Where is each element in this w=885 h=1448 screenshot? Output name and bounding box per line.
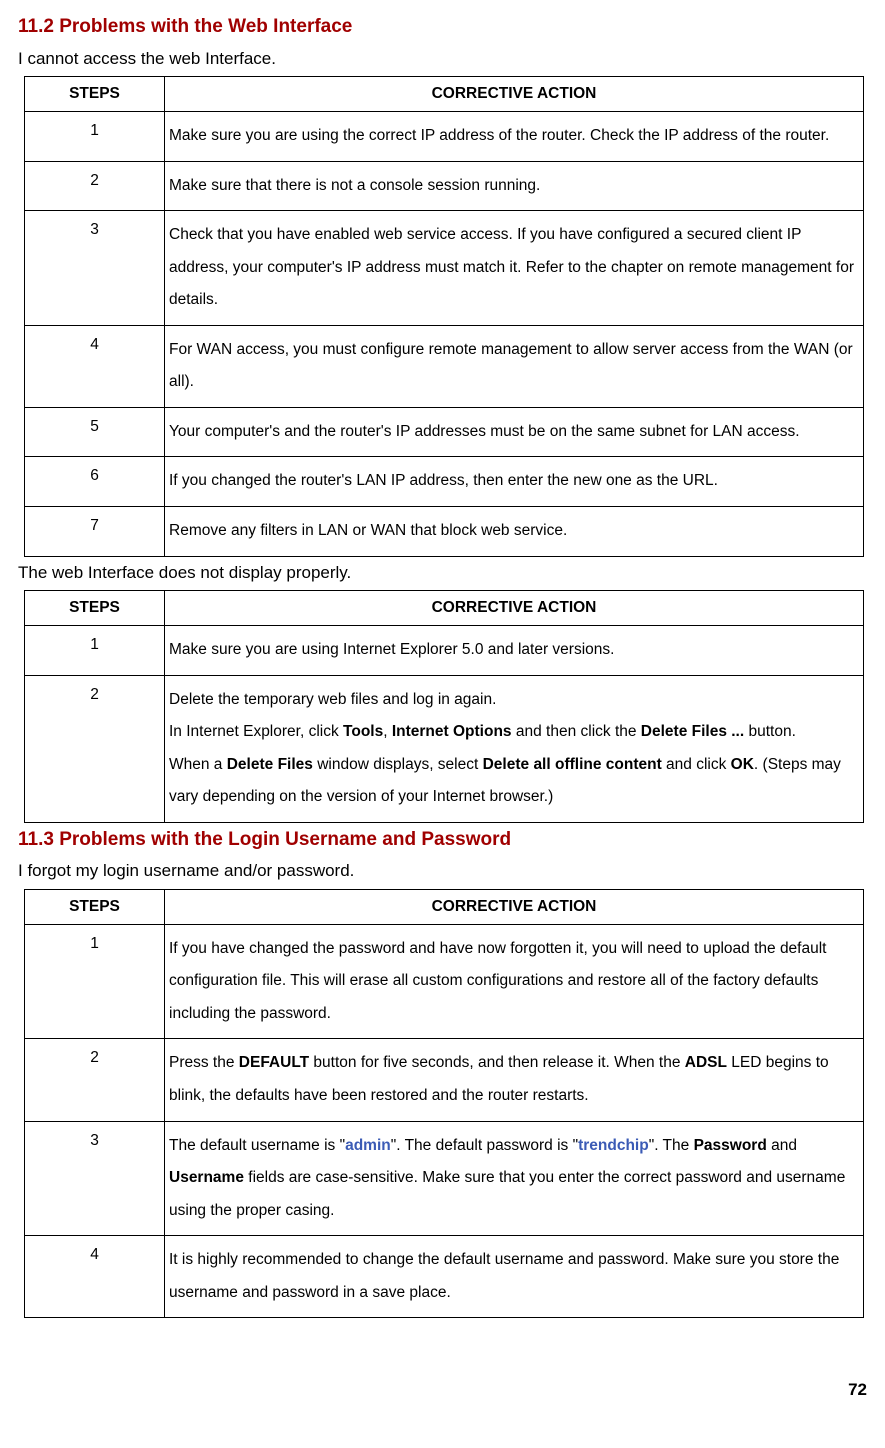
bold-username: Username <box>169 1169 244 1186</box>
table-row: 1Make sure you are using the correct IP … <box>25 112 864 162</box>
step-action: Make sure you are using Internet Explore… <box>165 626 864 676</box>
table-row: 2 Press the DEFAULT button for five seco… <box>25 1039 864 1121</box>
intro-cannot-access: I cannot access the web Interface. <box>18 47 867 71</box>
step-num: 4 <box>25 325 165 407</box>
text: button for five seconds, and then releas… <box>309 1054 685 1071</box>
text: and click <box>662 756 731 773</box>
th-steps: STEPS <box>25 591 165 626</box>
text: button. <box>744 723 796 740</box>
cred-admin: admin <box>345 1137 391 1154</box>
step-action: Check that you have enabled web service … <box>165 211 864 326</box>
bold-adsl: ADSL <box>685 1054 727 1071</box>
table-row: 4For WAN access, you must configure remo… <box>25 325 864 407</box>
step-action: For WAN access, you must configure remot… <box>165 325 864 407</box>
table-row: 6If you changed the router's LAN IP addr… <box>25 457 864 507</box>
step-num: 2 <box>25 675 165 822</box>
text: Press the <box>169 1054 239 1071</box>
th-action: CORRECTIVE ACTION <box>165 890 864 925</box>
step-num: 2 <box>25 1039 165 1121</box>
bold-default: DEFAULT <box>239 1054 309 1071</box>
th-action: CORRECTIVE ACTION <box>165 77 864 112</box>
step-num: 1 <box>25 924 165 1039</box>
table-row: 1 If you have changed the password and h… <box>25 924 864 1039</box>
step-action: Your computer's and the router's IP addr… <box>165 407 864 457</box>
step-num: 1 <box>25 112 165 162</box>
step-num: 6 <box>25 457 165 507</box>
step-num: 5 <box>25 407 165 457</box>
step-num: 2 <box>25 161 165 211</box>
step-num: 1 <box>25 626 165 676</box>
step-num: 7 <box>25 507 165 557</box>
table-header-row: STEPS CORRECTIVE ACTION <box>25 591 864 626</box>
table-row: 2 Delete the temporary web files and log… <box>25 675 864 822</box>
step-action: Make sure you are using the correct IP a… <box>165 112 864 162</box>
step-num: 4 <box>25 1236 165 1318</box>
text: In Internet Explorer, click <box>169 723 343 740</box>
step-num: 3 <box>25 1121 165 1236</box>
step-action: Press the DEFAULT button for five second… <box>165 1039 864 1121</box>
table-login-password: STEPS CORRECTIVE ACTION 1 If you have ch… <box>24 889 864 1318</box>
th-action: CORRECTIVE ACTION <box>165 591 864 626</box>
table-row: 3Check that you have enabled web service… <box>25 211 864 326</box>
text: Delete the temporary web files and log i… <box>169 691 496 708</box>
text: and then click the <box>512 723 641 740</box>
bold-password: Password <box>694 1137 767 1154</box>
table-web-interface-access: STEPS CORRECTIVE ACTION 1Make sure you a… <box>24 76 864 556</box>
table-row: 4 It is highly recommended to change the… <box>25 1236 864 1318</box>
intro-forgot-login: I forgot my login username and/or passwo… <box>18 859 867 883</box>
table-row: 5Your computer's and the router's IP add… <box>25 407 864 457</box>
bold-delete-files: Delete Files ... <box>641 723 744 740</box>
text: window displays, select <box>313 756 483 773</box>
table-header-row: STEPS CORRECTIVE ACTION <box>25 890 864 925</box>
th-steps: STEPS <box>25 890 165 925</box>
th-steps: STEPS <box>25 77 165 112</box>
table-row: 1 Make sure you are using Internet Explo… <box>25 626 864 676</box>
cred-trendchip: trendchip <box>578 1137 649 1154</box>
step-action: Delete the temporary web files and log i… <box>165 675 864 822</box>
table-header-row: STEPS CORRECTIVE ACTION <box>25 77 864 112</box>
text: and <box>767 1137 797 1154</box>
step-action: It is highly recommended to change the d… <box>165 1236 864 1318</box>
intro-display-properly: The web Interface does not display prope… <box>18 561 867 585</box>
page-number: 72 <box>18 1378 867 1402</box>
step-action: Make sure that there is not a console se… <box>165 161 864 211</box>
table-row: 2Make sure that there is not a console s… <box>25 161 864 211</box>
step-action: Remove any filters in LAN or WAN that bl… <box>165 507 864 557</box>
step-action: If you have changed the password and hav… <box>165 924 864 1039</box>
text: fields are case-sensitive. Make sure tha… <box>169 1169 845 1219</box>
text: ". The default password is " <box>391 1137 578 1154</box>
section-11-2-heading: 11.2 Problems with the Web Interface <box>18 14 867 41</box>
table-row: 7Remove any filters in LAN or WAN that b… <box>25 507 864 557</box>
bold-internet-options: Internet Options <box>392 723 512 740</box>
table-row: 3 The default username is "admin". The d… <box>25 1121 864 1236</box>
text: ". The <box>649 1137 694 1154</box>
step-num: 3 <box>25 211 165 326</box>
section-11-3-heading: 11.3 Problems with the Login Username an… <box>18 827 867 854</box>
bold-delete-files-window: Delete Files <box>227 756 313 773</box>
bold-delete-all-offline: Delete all offline content <box>483 756 662 773</box>
text: When a <box>169 756 227 773</box>
text: The default username is " <box>169 1137 345 1154</box>
step-action: The default username is "admin". The def… <box>165 1121 864 1236</box>
bold-ok: OK <box>731 756 754 773</box>
step-action: If you changed the router's LAN IP addre… <box>165 457 864 507</box>
table-web-interface-display: STEPS CORRECTIVE ACTION 1 Make sure you … <box>24 590 864 822</box>
text: , <box>383 723 392 740</box>
bold-tools: Tools <box>343 723 383 740</box>
